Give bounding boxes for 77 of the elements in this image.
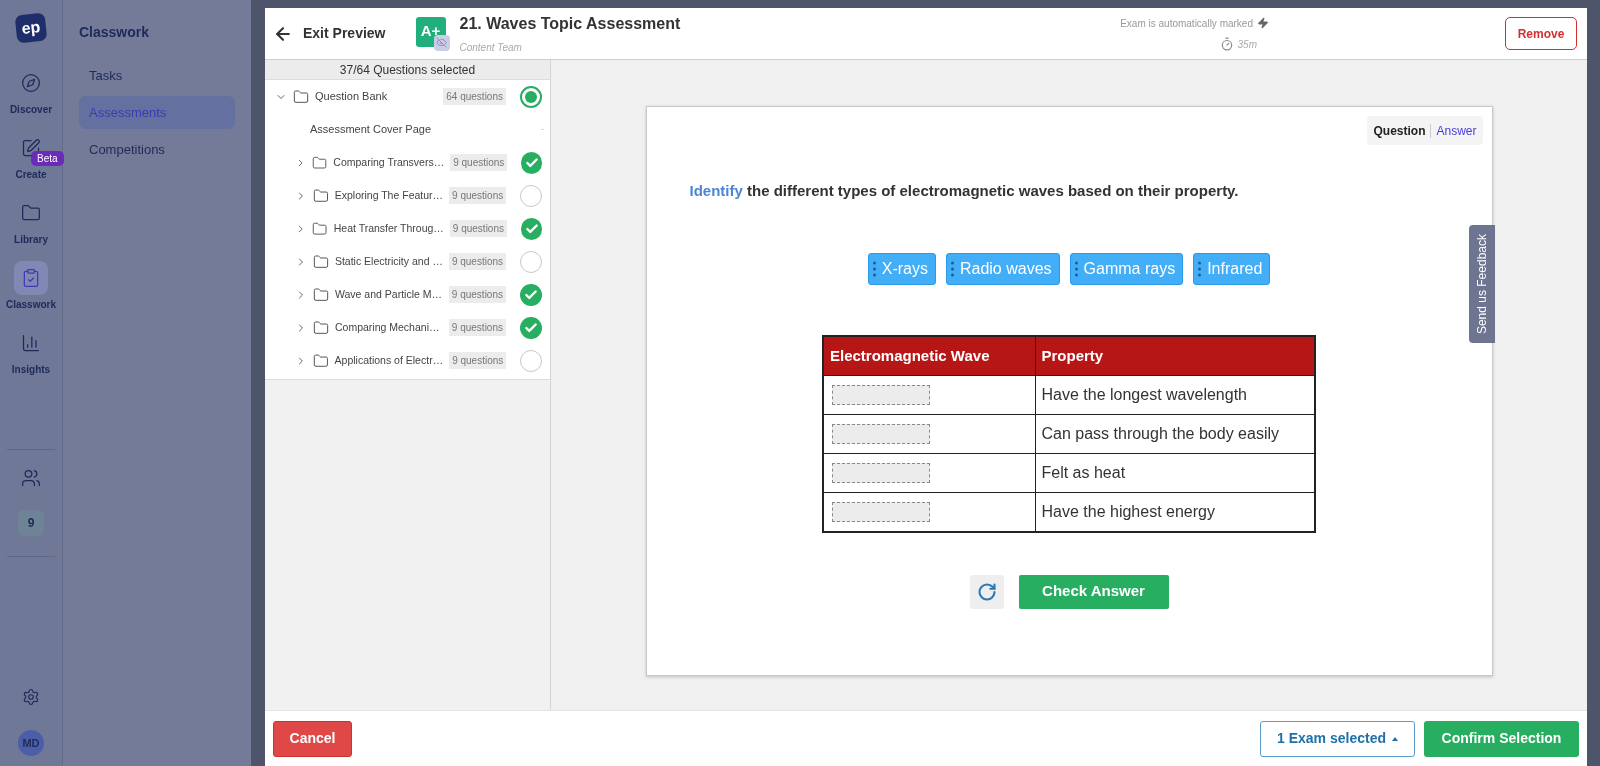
caret-icon <box>1392 736 1398 741</box>
view-toggle-tab[interactable]: Answer <box>1436 121 1477 140</box>
folder-icon <box>313 319 329 336</box>
question-count: 9 questions <box>449 352 507 369</box>
nav-icon <box>21 73 41 93</box>
drag-handle-icon <box>950 260 954 277</box>
drop-zone[interactable] <box>832 385 930 405</box>
nav-item[interactable]: Discover <box>1 66 61 117</box>
tree-item[interactable]: Comparing Transvers… 9 questions <box>265 146 550 179</box>
reset-button[interactable] <box>969 574 1004 609</box>
folder-icon <box>312 187 329 204</box>
question-count: 9 questions <box>450 154 508 171</box>
drag-handle-icon <box>1198 260 1202 277</box>
tree-item[interactable]: Exploring The Featur… 9 questions <box>265 179 550 212</box>
assessment-title: 21. Waves Topic Assessment <box>459 14 681 34</box>
nav-item[interactable]: Classwork <box>1 261 61 312</box>
drag-handle-icon <box>872 260 876 277</box>
nav-icon <box>21 203 41 223</box>
tree-item[interactable]: Assessment Cover Page <box>310 121 541 138</box>
assessment-author: Content Team <box>459 41 523 55</box>
tree-item[interactable]: Wave and Particle M… 9 questions <box>265 278 550 311</box>
folder-icon <box>313 286 329 303</box>
table-header-cell: Electromagnetic Wave <box>823 335 1035 376</box>
nav-icon <box>21 268 41 288</box>
tree-item[interactable]: Static Electricity and … 9 questions <box>265 245 550 278</box>
sidebar-item[interactable]: Competitions <box>79 133 235 166</box>
remove-button[interactable]: Remove <box>1505 17 1577 50</box>
selection-summary: 37/64 Questions selected <box>265 60 550 80</box>
question-count: - <box>541 122 544 136</box>
question-count: 9 questions <box>448 253 507 270</box>
feedback-tab[interactable]: Send us Feedback <box>1469 225 1495 343</box>
tree-item[interactable]: Comparing Mechani… 9 questions <box>265 311 550 344</box>
nav-item[interactable]: Beta Create <box>1 131 61 182</box>
question-prompt: Identify the different types of electromagnetic waves based on their property. <box>689 181 1239 201</box>
question-count: 9 questions <box>449 187 507 204</box>
people-icon[interactable] <box>21 468 41 488</box>
answer-chip[interactable]: Infrared <box>1193 252 1271 285</box>
check-answer-button[interactable]: Check Answer <box>1018 574 1169 609</box>
drop-zone[interactable] <box>832 463 930 483</box>
duration: 35m <box>1237 37 1257 52</box>
question-count: 9 questions <box>448 319 506 336</box>
question-count: 9 questions <box>448 286 506 303</box>
question-count: 9 questions <box>449 220 507 237</box>
folder-icon <box>312 352 329 369</box>
sidebar-item[interactable]: Tasks <box>79 59 235 92</box>
refresh-icon <box>976 581 997 602</box>
sidebar-title: Classwork <box>79 23 151 42</box>
exit-preview-button[interactable]: Exit Preview <box>273 23 386 44</box>
drag-handle-icon <box>1074 260 1078 277</box>
folder-icon <box>293 88 309 105</box>
tree-item[interactable]: Applications of Electr… 9 questions <box>265 344 550 377</box>
stopwatch-icon <box>1219 37 1234 51</box>
view-toggle-tab[interactable]: Question <box>1373 121 1426 140</box>
cancel-button[interactable]: Cancel <box>273 720 352 757</box>
drop-zone[interactable] <box>832 424 930 444</box>
tree-item[interactable]: Question Bank 64 questions <box>265 80 550 113</box>
confirm-selection-button[interactable]: Confirm Selection <box>1424 720 1579 757</box>
beta-badge: Beta <box>31 151 64 166</box>
answer-chip[interactable]: X-rays <box>867 252 936 285</box>
drop-zone[interactable] <box>832 501 930 522</box>
marking-note: Exam is automatically marked <box>1120 16 1253 31</box>
question-count: 64 questions <box>443 88 506 105</box>
folder-icon <box>312 253 329 270</box>
nav-icon <box>21 333 41 353</box>
class-badge[interactable]: 9 <box>18 510 44 536</box>
answer-chip[interactable]: Radio waves <box>945 252 1060 285</box>
nav-item[interactable]: Insights <box>1 326 61 377</box>
answer-chip[interactable]: Gamma rays <box>1069 252 1184 285</box>
settings-icon[interactable] <box>22 688 40 706</box>
nav-item[interactable]: Library <box>1 196 61 247</box>
lightning-icon <box>1257 17 1269 29</box>
tree-item[interactable]: Heat Transfer Throug… 9 questions <box>265 212 550 245</box>
table-header-cell: Property <box>1035 335 1315 376</box>
folder-icon <box>312 154 328 171</box>
selection-dropdown[interactable]: 1 Exam selected <box>1260 720 1415 757</box>
folder-icon <box>312 220 328 237</box>
logo[interactable]: ep <box>14 12 48 44</box>
